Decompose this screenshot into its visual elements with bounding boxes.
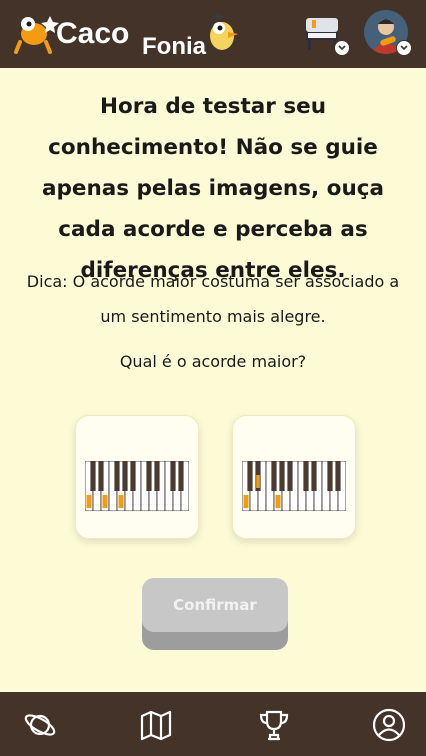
trophy-icon (259, 710, 289, 741)
black-key (146, 461, 152, 491)
bottom-navigation (0, 692, 426, 756)
instrument-dropdown-chevron (334, 40, 350, 56)
map-icon (140, 710, 172, 741)
white-key-highlight (243, 495, 249, 508)
quiz-heading: Hora de testar seu conhecimento! Não se … (41, 94, 385, 283)
planet-icon (24, 714, 56, 736)
instrument-selector-button[interactable] (302, 10, 350, 58)
black-key (311, 461, 317, 491)
cacofonia-logo: Caco Fonia (14, 12, 238, 60)
black-key (114, 461, 120, 491)
black-key-highlight (256, 475, 260, 488)
quiz-question: Qual é o acorde maior? (119, 352, 307, 371)
nav-planet[interactable] (23, 708, 57, 742)
profile-menu-button[interactable] (364, 10, 412, 58)
piano-keyboard-b (242, 461, 346, 511)
black-key (279, 461, 285, 491)
black-key (98, 461, 104, 491)
black-key (303, 461, 309, 491)
nav-trophy[interactable] (257, 708, 291, 742)
nav-map[interactable] (139, 708, 173, 742)
chevron-down-icon (400, 45, 408, 51)
black-key (247, 461, 253, 491)
white-key-highlight (102, 495, 108, 508)
logo-bird (210, 12, 238, 50)
svg-text:Fonia: Fonia (142, 33, 207, 60)
nav-profile[interactable] (372, 708, 406, 742)
black-key (122, 461, 128, 491)
black-key (327, 461, 333, 491)
quiz-content: Hora de testar seu conhecimento! Não se … (0, 68, 426, 692)
white-key-highlight (86, 495, 92, 508)
quiz-tip: Dica: O acorde maior costuma ser associa… (26, 272, 400, 326)
black-key (271, 461, 277, 491)
black-key (130, 461, 136, 491)
user-icon (372, 708, 406, 742)
confirm-button[interactable]: Confirmar (142, 578, 288, 632)
svg-text:Caco: Caco (56, 17, 129, 50)
chord-option-b[interactable] (232, 415, 356, 539)
black-key (287, 461, 293, 491)
confirm-button-wrapper: Confirmar (142, 578, 288, 652)
logo-mascot (14, 16, 59, 54)
black-key (335, 461, 341, 491)
black-key (170, 461, 176, 491)
profile-dropdown-chevron (396, 40, 412, 56)
app-header: Caco Fonia (0, 0, 426, 68)
white-key-highlight (275, 495, 281, 508)
black-key (90, 461, 96, 491)
piano-keyboard-a (85, 461, 189, 511)
chevron-down-icon (338, 45, 346, 51)
black-key (154, 461, 160, 491)
white-key-highlight (118, 495, 124, 508)
black-key (178, 461, 184, 491)
chord-option-a[interactable] (75, 415, 199, 539)
